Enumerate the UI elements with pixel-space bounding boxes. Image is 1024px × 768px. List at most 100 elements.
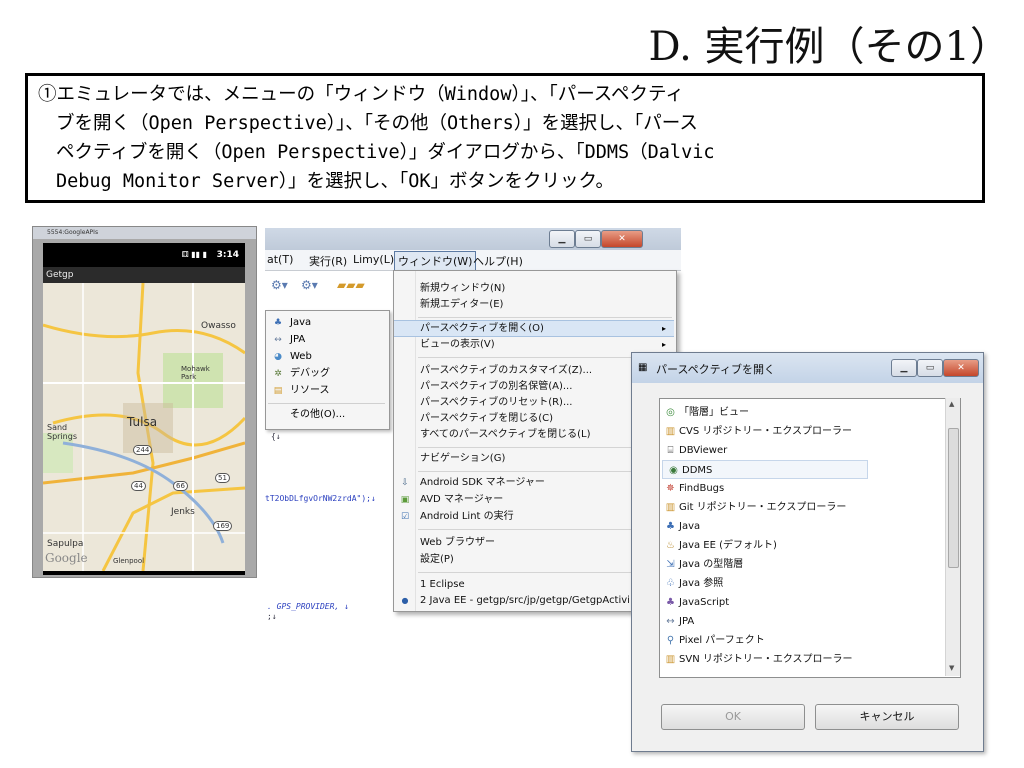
list-item[interactable]: ▥ SVN リポジトリー・エクスプローラー [660,650,942,669]
app-title: Getgp [46,270,74,280]
menu-run[interactable]: 実行(R) [309,253,347,269]
map-label: Sand Springs [47,423,77,441]
java-browsing-icon: ♧ [666,578,675,589]
eclipse-toolbar: ⚙▾ ⚙▾ ▰▰▰ [265,270,390,302]
maximize-icon[interactable]: ▭ [575,230,601,248]
list-item[interactable]: ▥ Git リポジトリー・エクスプローラー [660,498,942,517]
list-item[interactable]: ▥ CVS リポジトリー・エクスプローラー [660,422,942,441]
instruction-line: ブを開く（Open Perspective）」、「その他（Others）」を選択… [56,113,698,134]
app-title-bar: Getgp [43,267,245,283]
list-scrollbar[interactable]: ▲ ▼ [945,398,960,676]
scroll-down-icon[interactable]: ▼ [949,664,954,672]
open-folder-icon[interactable]: ▰▰▰ [337,278,365,292]
signal-battery-icon: ⚅ ▮▮ ▮ [181,250,207,259]
debug-icon: ✲ [274,369,282,379]
submenu-item-resource[interactable]: ▤ リソース [266,383,387,399]
database-icon: ⌸ [667,445,674,456]
svn-repository-icon: ▥ [665,654,676,665]
menu-item-open-perspective[interactable]: パースペクティブを開く(O) ▸ [394,320,674,337]
instruction-line: ①エミュレータでは、メニューの「ウィンドウ（Window）」、「パースペクティ [38,84,684,105]
minimize-icon[interactable]: ▁ [891,359,917,377]
menu-item-new-window[interactable]: 新規ウィンドウ(N) [394,281,674,297]
menu-item-show-view[interactable]: ビューの表示(V) ▸ [394,337,674,353]
instruction-line: ペクティブを開く（Open Perspective）」ダイアログから、「DDMS… [56,142,715,163]
submenu-item-java[interactable]: ♣ Java [266,315,387,331]
code-line: tT2ObDLfgvOrNW2zrdA");↓ [265,494,376,503]
emulator-title-bar: 5554:GoogleAPIs [33,227,256,239]
maximize-icon[interactable]: ▭ [917,359,943,377]
open-perspective-dialog: ▦ パースペクティブを開く ▁ ▭ ✕ ◎ 「階層」ビュー ▥ CVS リポジトリー… [631,352,984,752]
ok-button[interactable]: OK [661,704,805,730]
radio-selected-icon: ● [401,596,409,605]
map-label: Glenpool [113,557,145,565]
highway-shield: 169 [213,521,233,531]
menu-limy[interactable]: Limy(L) [353,253,394,266]
highway-shield: 44 [131,481,146,491]
list-item[interactable]: ♣ Java [660,517,942,536]
list-item[interactable]: ⚲ Pixel パーフェクト [660,631,942,650]
emulator-screen[interactable]: ⚅ ▮▮ ▮ 3:14 Getgp Owasso Mohawk Park San… [43,243,245,575]
instruction-line: Debug Monitor Server）」を選択し、「OK」ボタンをクリック。 [56,171,615,192]
menu-item-new-editor[interactable]: 新規エディター(E) [394,297,674,313]
perspective-list[interactable]: ◎ 「階層」ビュー ▥ CVS リポジトリー・エクスプローラー ⌸ DBViewer … [659,398,961,678]
close-icon[interactable]: ✕ [601,230,643,248]
submenu-item-debug[interactable]: ✲ デバッグ [266,366,387,382]
eclipse-menubar: at(T) 実行(R) Limy(L) ウィンドウ(W) ヘルプ(H) [265,250,681,271]
lint-icon: ☑ [400,512,410,522]
emulator-title: 5554:GoogleAPIs [47,229,99,236]
new-wizard-icon[interactable]: ⚙▾ [271,278,288,292]
git-repository-icon: ▥ [665,502,676,513]
dialog-title-bar: ▦ パースペクティブを開く ▁ ▭ ✕ [632,353,983,383]
highway-shield: 66 [173,481,188,491]
cancel-button[interactable]: キャンセル [815,704,959,730]
menu-help[interactable]: ヘルプ(H) [473,253,523,269]
map-view[interactable]: Owasso Mohawk Park Sand Springs Tulsa Je… [43,283,245,571]
map-label: Tulsa [127,415,158,429]
minimize-icon[interactable]: ▁ [549,230,575,248]
scroll-up-icon[interactable]: ▲ [949,400,954,408]
code-line: {↓ [271,432,281,441]
status-time: 3:14 [216,250,239,260]
code-line: . GPS_PROVIDER, ↓ [267,602,349,611]
java-perspective-icon: ♣ [273,318,283,328]
ddms-icon: ◉ [669,465,678,476]
menu-window[interactable]: ウィンドウ(W) [394,251,477,271]
google-logo: Google [45,551,88,565]
android-emulator-window: 5554:GoogleAPIs ⚅ ▮▮ ▮ 3:14 Getgp Owasso… [32,226,257,578]
dialog-title: パースペクティブを開く [656,363,776,376]
list-item[interactable]: ⌸ DBViewer [660,441,942,460]
list-item[interactable]: ⇲ Java の型階層 [660,555,942,574]
menu-navigate[interactable]: at(T) [267,253,293,266]
submenu-item-web[interactable]: ◕ Web [266,349,387,365]
instruction-box: ①エミュレータでは、メニューの「ウィンドウ（Window）」、「パースペクティ … [25,73,985,203]
code-line: ;↓ [267,612,277,621]
list-item[interactable]: ♨ Java EE (デフォルト) [660,536,942,555]
list-item[interactable]: ♧ Java 参照 [660,574,942,593]
close-icon[interactable]: ✕ [943,359,979,377]
list-item[interactable]: ♣ JavaScript [660,593,942,612]
run-config-icon[interactable]: ⚙▾ [301,278,318,292]
hierarchy-view-icon: ◎ [666,407,675,418]
submenu-item-jpa[interactable]: ↔ JPA [266,332,387,348]
status-bar: ⚅ ▮▮ ▮ 3:14 [43,243,245,267]
list-item[interactable]: ✵ FindBugs [660,479,942,498]
submenu-item-other[interactable]: その他(O)... [266,407,387,423]
eclipse-window-fragment: ▁ ▭ ✕ at(T) 実行(R) Limy(L) ウィンドウ(W) ヘルプ(H… [265,228,681,621]
list-item-selected[interactable]: ◉ DDMS [662,460,868,479]
sdk-manager-icon: ⇩ [401,478,409,488]
submenu-arrow-icon: ▸ [661,324,666,333]
javascript-icon: ♣ [666,597,675,608]
java-type-hierarchy-icon: ⇲ [666,559,675,570]
perspective-icon: ▦ [638,362,648,373]
scrollbar-thumb[interactable] [948,428,959,568]
avd-manager-icon: ▣ [400,495,410,505]
eclipse-title-bar: ▁ ▭ ✕ [265,228,681,250]
list-item[interactable]: ↔ JPA [660,612,942,631]
list-item[interactable]: ◎ 「階層」ビュー [660,403,942,422]
menu-separator [268,403,385,404]
web-icon: ◕ [274,352,282,362]
menu-separator [418,317,672,318]
java-perspective-icon: ♣ [666,521,675,532]
jpa-icon: ↔ [274,335,282,345]
open-perspective-submenu: ♣ Java ↔ JPA ◕ Web ✲ デバッグ ▤ リソース その他(O)... [265,310,390,430]
